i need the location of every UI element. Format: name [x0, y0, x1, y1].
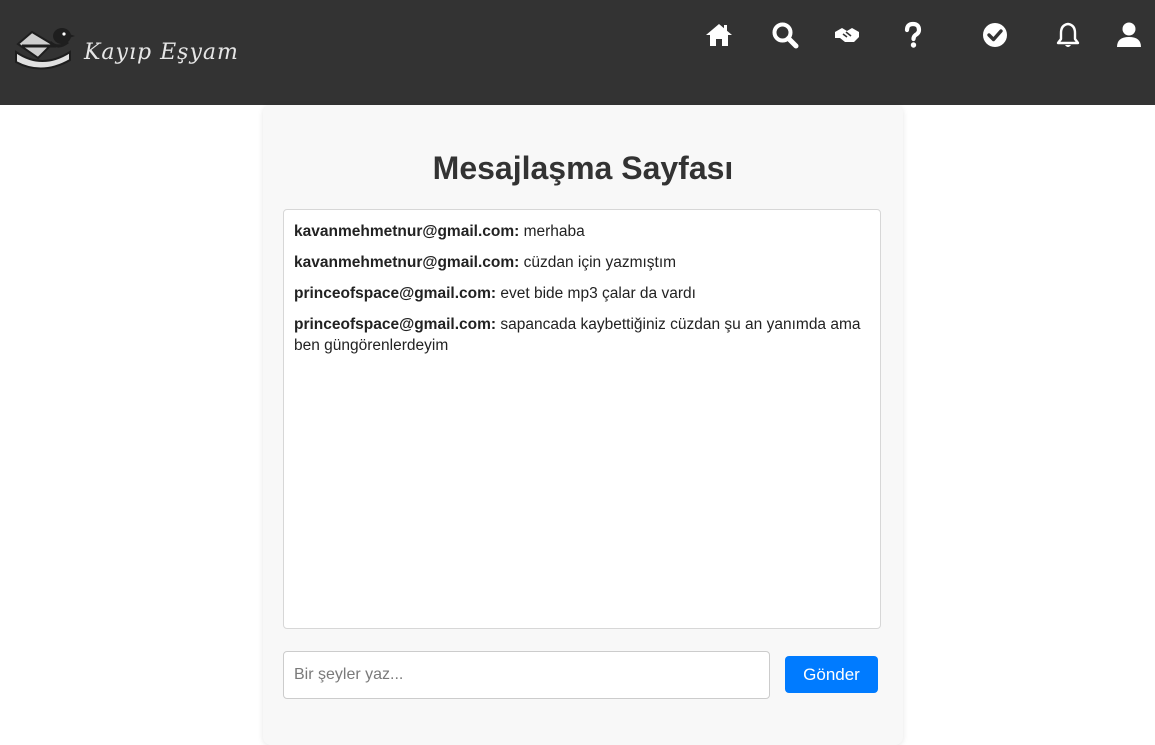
message-item: princeofspace@gmail.com: evet bide mp3 ç… [294, 283, 870, 304]
search-icon[interactable] [770, 20, 800, 50]
message-sender: kavanmehmetnur@gmail.com: [294, 223, 520, 240]
message-text: evet bide mp3 çalar da vardı [500, 285, 696, 302]
send-button[interactable]: Gönder [785, 656, 878, 693]
user-icon[interactable] [1114, 20, 1144, 50]
bell-icon[interactable] [1053, 20, 1083, 50]
message-list[interactable]: kavanmehmetnur@gmail.com: merhaba kavanm… [283, 209, 881, 629]
home-icon[interactable] [704, 20, 734, 50]
message-sender: kavanmehmetnur@gmail.com: [294, 254, 520, 271]
message-text: merhaba [523, 223, 585, 240]
message-sender: princeofspace@gmail.com: [294, 285, 497, 302]
message-item: kavanmehmetnur@gmail.com: merhaba [294, 221, 870, 242]
top-navbar: Kayıp Eşyam [0, 0, 1155, 105]
handshake-icon[interactable] [832, 20, 862, 50]
page-title: Mesajlaşma Sayfası [432, 150, 734, 186]
logo-bird-icon [15, 28, 75, 70]
message-input[interactable] [283, 651, 770, 699]
message-item: kavanmehmetnur@gmail.com: cüzdan için ya… [294, 252, 870, 273]
messaging-card: Mesajlaşma Sayfası kavanmehmetnur@gmail.… [263, 105, 903, 745]
check-circle-icon[interactable] [980, 20, 1010, 50]
message-sender: princeofspace@gmail.com: [294, 316, 497, 333]
brand-name: Kayıp Eşyam [84, 40, 239, 65]
message-item: princeofspace@gmail.com: sapancada kaybe… [294, 314, 870, 356]
help-icon[interactable] [898, 20, 928, 50]
message-text: cüzdan için yazmıştım [523, 254, 677, 271]
brand-logo[interactable]: Kayıp Eşyam [12, 22, 238, 78]
